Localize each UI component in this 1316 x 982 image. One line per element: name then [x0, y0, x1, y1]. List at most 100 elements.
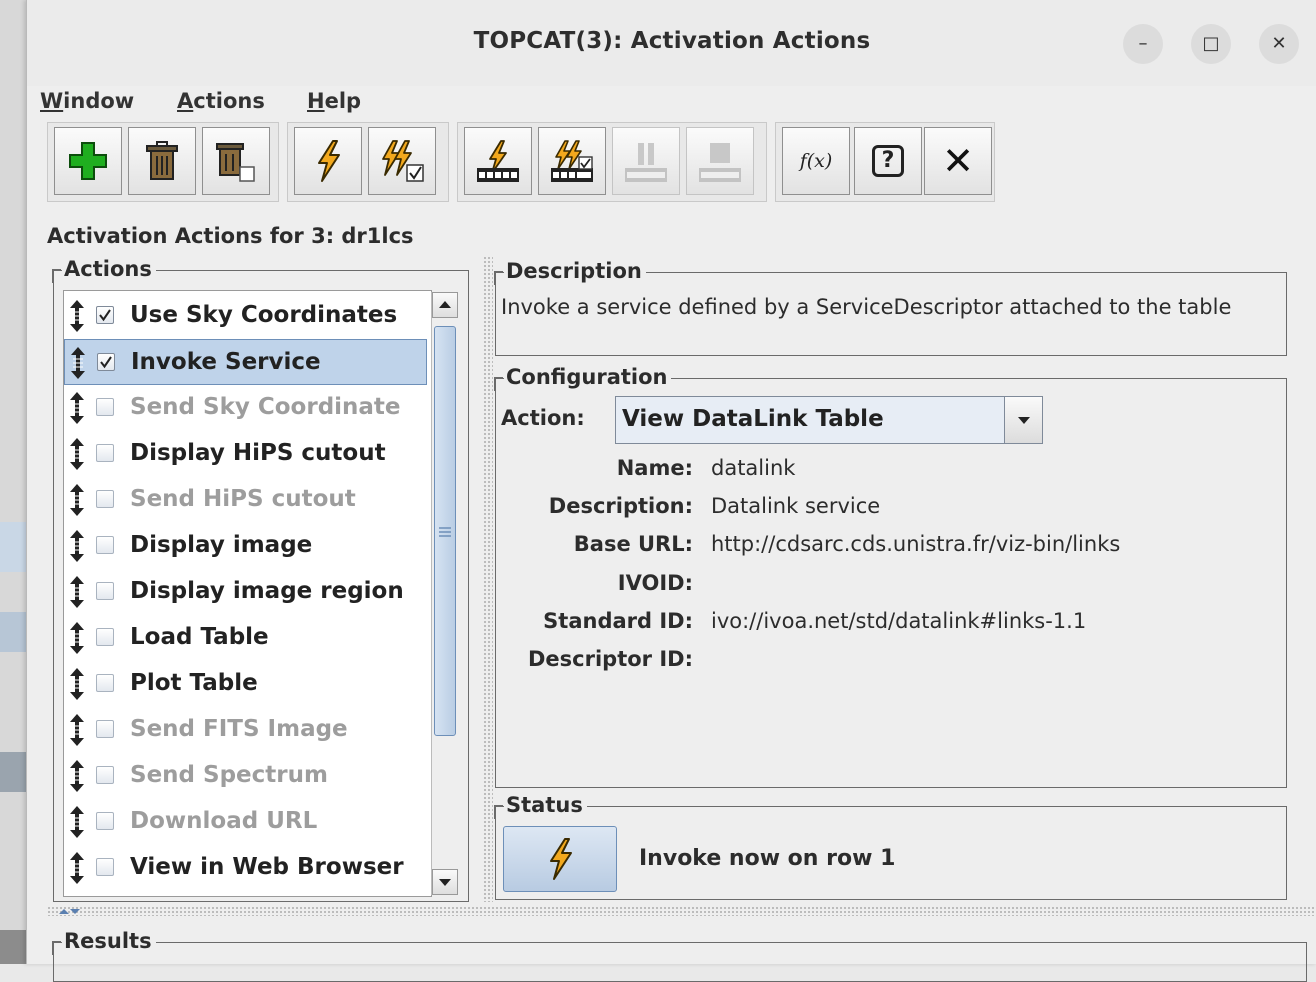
actions-scrollbar[interactable] — [431, 292, 458, 895]
action-checkbox[interactable] — [96, 812, 114, 830]
function-button[interactable]: f(x) — [782, 127, 850, 195]
invoke-all-button[interactable] — [368, 127, 436, 195]
drag-handle-icon[interactable] — [66, 713, 88, 751]
stop-button[interactable] — [686, 127, 754, 195]
results-panel-title: Results — [52, 928, 156, 955]
config-field-value: http://cdsarc.cds.unistra.fr/viz-bin/lin… — [711, 532, 1121, 556]
action-checkbox[interactable] — [96, 858, 114, 876]
horizontal-splitter[interactable] — [47, 906, 1316, 916]
action-checkbox[interactable] — [96, 306, 114, 324]
minimize-icon: – — [1138, 33, 1148, 54]
scroll-down-button[interactable] — [432, 869, 458, 895]
maximize-button[interactable]: □ — [1191, 24, 1231, 64]
list-item[interactable]: Load Table — [64, 615, 427, 661]
list-item[interactable]: Send FITS Image — [64, 707, 427, 753]
list-item[interactable]: Send HiPS cutout — [64, 477, 427, 523]
drag-handle-icon[interactable] — [66, 437, 88, 475]
action-checkbox[interactable] — [96, 444, 114, 462]
drag-handle-icon[interactable] — [66, 299, 88, 337]
drag-handle-icon[interactable] — [66, 483, 88, 521]
list-item[interactable]: Plot Table — [64, 661, 427, 707]
toolbar-group-misc: f(x) ? ✕ — [775, 122, 995, 202]
config-field-label: IVOID: — [617, 571, 693, 595]
action-label: Display image — [130, 532, 313, 558]
background-strip — [0, 752, 28, 792]
menu-mnemonic: W — [40, 89, 64, 113]
action-checkbox[interactable] — [96, 490, 114, 508]
actions-list[interactable]: Use Sky Coordinates Invoke Service Send Sk… — [63, 290, 432, 897]
action-checkbox[interactable] — [96, 628, 114, 646]
scroll-up-button[interactable] — [432, 292, 458, 318]
list-item[interactable]: Send Sky Coordinate — [64, 385, 427, 431]
drag-handle-icon[interactable] — [67, 346, 89, 384]
invoke-button[interactable] — [294, 127, 362, 195]
menu-window[interactable]: Window — [40, 86, 134, 116]
delete-all-button[interactable] — [202, 127, 270, 195]
configuration-panel-title: Configuration — [494, 364, 672, 391]
action-checkbox[interactable] — [97, 353, 115, 371]
invoke-rows-all-button[interactable] — [538, 127, 606, 195]
action-checkbox[interactable] — [96, 536, 114, 554]
help-bubble-glyph: ? — [881, 148, 895, 173]
action-label: Display image region — [130, 578, 404, 604]
action-checkbox[interactable] — [96, 766, 114, 784]
chevron-down-icon — [1017, 417, 1030, 424]
toolbar: f(x) ? ✕ — [47, 122, 997, 202]
drag-handle-icon[interactable] — [66, 391, 88, 429]
pause-button[interactable] — [612, 127, 680, 195]
fx-icon: f(x) — [799, 150, 833, 172]
help-button[interactable]: ? — [854, 127, 922, 195]
maximize-icon: □ — [1202, 33, 1220, 54]
vertical-splitter[interactable] — [483, 256, 493, 902]
action-label: Send Sky Coordinate — [130, 394, 401, 420]
action-label: View in Web Browser — [130, 854, 404, 880]
panel-title-text: Description — [506, 259, 642, 283]
menu-bar: Window Actions Help — [27, 86, 1316, 118]
action-checkbox[interactable] — [96, 582, 114, 600]
invoke-rows-button[interactable] — [464, 127, 532, 195]
drag-handle-icon[interactable] — [66, 805, 88, 843]
close-button[interactable]: ✕ — [924, 127, 992, 195]
action-checkbox[interactable] — [96, 674, 114, 692]
drag-handle-icon[interactable] — [66, 621, 88, 659]
splitter-arrows-icon[interactable] — [57, 906, 81, 916]
drag-handle-icon[interactable] — [66, 529, 88, 567]
list-item[interactable]: Display image region — [64, 569, 427, 615]
drag-handle-icon[interactable] — [66, 667, 88, 705]
list-item[interactable]: Display image — [64, 523, 427, 569]
list-item[interactable]: Send Spectrum — [64, 753, 427, 799]
list-item[interactable]: Display HiPS cutout — [64, 431, 427, 477]
menu-label: elp — [324, 89, 362, 113]
add-action-button[interactable] — [54, 127, 122, 195]
scroll-thumb[interactable] — [434, 326, 456, 736]
action-select-arrow[interactable] — [1004, 397, 1042, 443]
background-strip — [0, 522, 28, 572]
drag-handle-icon[interactable] — [66, 575, 88, 613]
menu-actions[interactable]: Actions — [177, 86, 265, 116]
action-label: Display HiPS cutout — [130, 440, 386, 466]
lightning-icon — [318, 140, 340, 182]
action-label: Download URL — [130, 808, 318, 834]
action-select[interactable]: View DataLink Table — [615, 396, 1043, 444]
action-checkbox[interactable] — [96, 720, 114, 738]
toolbar-group-invoke — [287, 122, 449, 202]
action-checkbox[interactable] — [96, 398, 114, 416]
drag-handle-icon[interactable] — [66, 759, 88, 797]
config-field-value: Datalink service — [711, 494, 881, 518]
list-item[interactable]: Download URL — [64, 799, 427, 845]
menu-help[interactable]: Help — [307, 86, 361, 116]
delete-action-button[interactable] — [128, 127, 196, 195]
list-item[interactable]: View in Web Browser — [64, 845, 427, 891]
lightning-multi-check-icon — [382, 140, 424, 182]
background-strip — [0, 612, 28, 652]
close-window-button[interactable]: ✕ — [1259, 24, 1299, 64]
minimize-button[interactable]: – — [1123, 24, 1163, 64]
action-label: Invoke Service — [131, 349, 321, 375]
drag-handle-icon[interactable] — [66, 851, 88, 889]
actions-panel-title: Actions — [52, 256, 156, 283]
list-item[interactable]: Invoke Service — [64, 339, 427, 385]
panel-title-text: Actions — [64, 257, 152, 281]
list-item[interactable]: Use Sky Coordinates — [64, 293, 427, 339]
help-bubble-icon: ? — [872, 145, 904, 177]
invoke-now-button[interactable] — [503, 826, 617, 892]
